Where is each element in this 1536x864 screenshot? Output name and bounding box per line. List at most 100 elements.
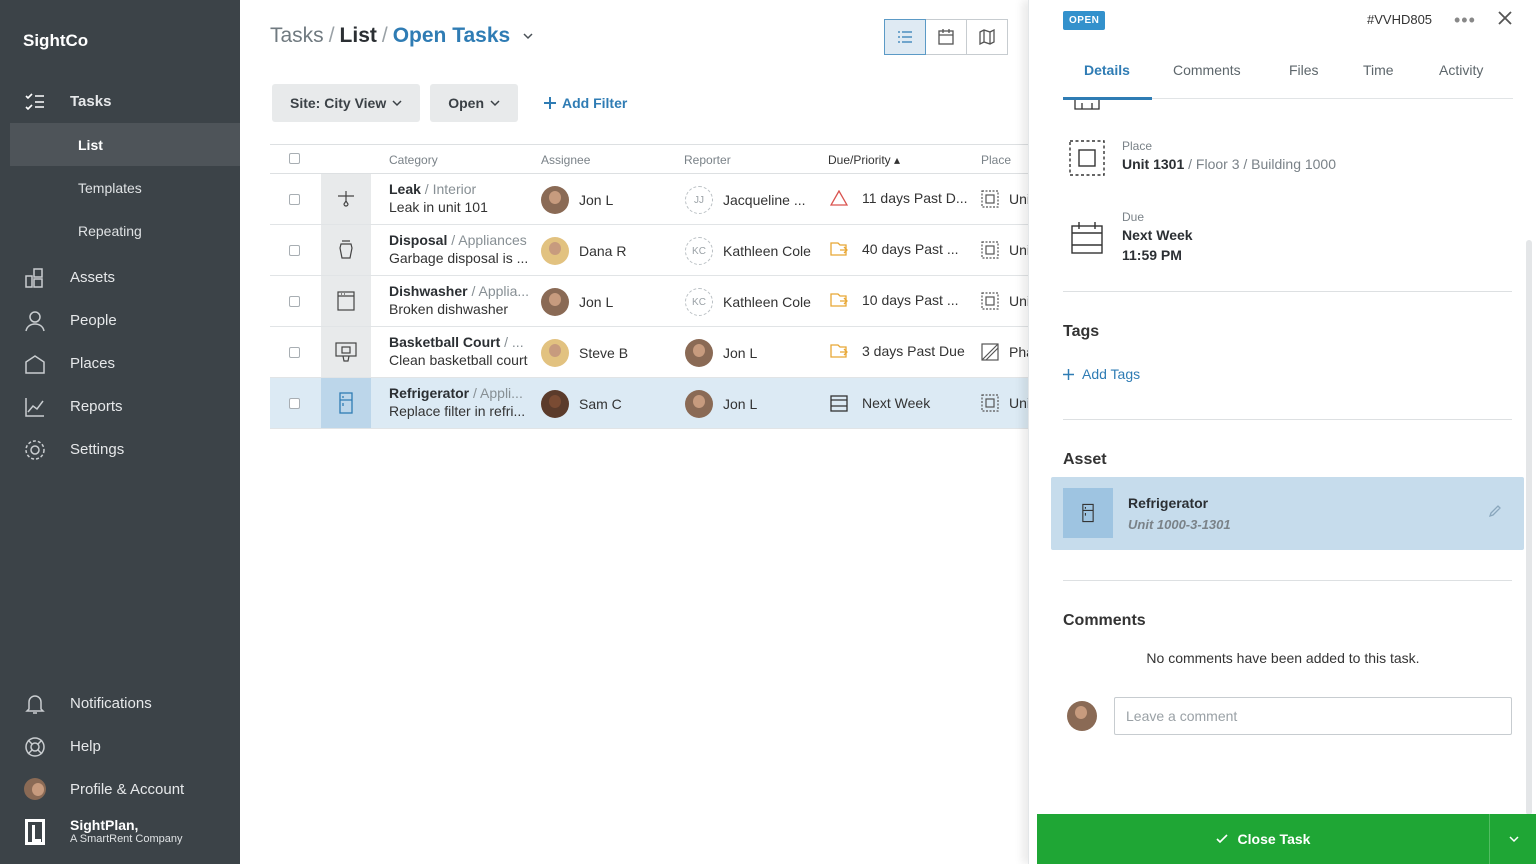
add-tags-label: Add Tags xyxy=(1082,366,1141,382)
add-tags-button[interactable]: Add Tags xyxy=(1063,366,1140,382)
avatar xyxy=(541,339,569,367)
comments-title: Comments xyxy=(1063,612,1146,629)
sidebar-item-repeating[interactable]: Repeating xyxy=(10,209,240,252)
category-cell: Basketball Court / ... Clean basketball c… xyxy=(389,334,539,368)
column-header-category[interactable]: Category xyxy=(389,153,438,167)
category-name: Refrigerator xyxy=(389,385,470,401)
scrollbar[interactable] xyxy=(1526,240,1532,815)
assignee-cell: Dana R xyxy=(541,237,626,265)
basketball-hoop-icon xyxy=(321,327,371,377)
table-row[interactable]: Basketball Court / ... Clean basketball c… xyxy=(270,327,1036,378)
tab-files[interactable]: Files xyxy=(1289,62,1319,78)
breadcrumb-tasks[interactable]: Tasks xyxy=(270,24,324,48)
row-checkbox[interactable] xyxy=(289,296,300,307)
refrigerator-icon xyxy=(321,378,371,428)
select-all-checkbox[interactable] xyxy=(289,153,300,164)
table-row[interactable]: Disposal / Appliances Garbage disposal is… xyxy=(270,225,1036,276)
filter-bar: Site: City View Open Add Filter xyxy=(272,84,627,122)
due-cell: Next Week xyxy=(830,394,975,412)
overdue-arrow-icon xyxy=(830,293,848,307)
sidebar-item-places[interactable]: Places xyxy=(0,343,240,383)
add-filter-button[interactable]: Add Filter xyxy=(544,95,627,111)
overdue-arrow-icon xyxy=(830,242,848,256)
avatar xyxy=(1067,701,1097,731)
sidebar-item-label: Templates xyxy=(78,179,142,196)
sidebar-item-reports[interactable]: Reports xyxy=(0,386,240,426)
comment-input[interactable] xyxy=(1114,697,1512,735)
row-checkbox[interactable] xyxy=(289,347,300,358)
calendar-view-button[interactable] xyxy=(925,19,967,55)
map-icon xyxy=(979,29,995,45)
row-checkbox[interactable] xyxy=(289,194,300,205)
tab-time[interactable]: Time xyxy=(1363,62,1394,78)
sidebar-item-label: List xyxy=(78,136,103,153)
close-task-dropdown[interactable] xyxy=(1489,814,1536,864)
category-name: Disposal xyxy=(389,232,448,248)
avatar xyxy=(541,390,569,418)
phase-icon xyxy=(981,343,999,361)
tab-comments[interactable]: Comments xyxy=(1173,62,1241,78)
tab-details[interactable]: Details xyxy=(1084,62,1130,78)
row-checkbox[interactable] xyxy=(289,245,300,256)
close-icon[interactable] xyxy=(1495,8,1515,28)
assignee-cell: Sam C xyxy=(541,390,622,418)
due-cell: 40 days Past ... xyxy=(830,241,975,257)
assignee-name: Dana R xyxy=(579,243,627,259)
assignee-name: Sam C xyxy=(579,396,622,412)
company-tagline: A SmartRent Company xyxy=(70,833,183,845)
category-name: Leak xyxy=(389,181,421,197)
close-task-label: Close Task xyxy=(1237,831,1311,847)
avatar xyxy=(541,237,569,265)
sidebar-item-assets[interactable]: Assets xyxy=(0,257,240,297)
column-header-assignee[interactable]: Assignee xyxy=(541,153,590,167)
reporter-initials: KC xyxy=(685,288,713,316)
view-toggle-group xyxy=(884,19,1008,55)
site-filter-button[interactable]: Site: City View xyxy=(272,84,421,122)
calendar-icon xyxy=(1071,222,1103,254)
dishwasher-icon xyxy=(321,276,371,326)
column-header-place[interactable]: Place xyxy=(981,153,1011,167)
list-view-button[interactable] xyxy=(884,19,926,55)
table-row-selected[interactable]: Refrigerator / Appli... Replace filter in… xyxy=(270,378,1036,429)
reporter-initials: JJ xyxy=(685,186,713,214)
column-header-due[interactable]: Due/Priority ▴ xyxy=(828,153,900,167)
view-selector[interactable]: Open Tasks xyxy=(393,24,534,48)
sidebar-item-people[interactable]: People xyxy=(0,300,240,340)
asset-card[interactable]: Refrigerator Unit 1000-3-1301 xyxy=(1051,477,1524,550)
house-icon xyxy=(25,355,45,374)
table-row[interactable]: Dishwasher / Applia... Broken dishwasher … xyxy=(270,276,1036,327)
task-id: #VVHD805 xyxy=(1367,12,1433,27)
sidebar: SightCo Tasks List Templates Repeating A… xyxy=(0,0,240,864)
company-logo xyxy=(25,819,45,845)
asset-title: Asset xyxy=(1063,451,1107,468)
sidebar-item-settings[interactable]: Settings xyxy=(0,429,240,469)
status-filter-label: Open xyxy=(448,95,484,111)
more-options-icon[interactable]: ••• xyxy=(1454,10,1476,31)
close-task-button[interactable]: Close Task xyxy=(1037,814,1489,864)
list-icon xyxy=(898,31,912,43)
status-filter-button[interactable]: Open xyxy=(430,84,518,122)
tab-activity[interactable]: Activity xyxy=(1439,62,1483,78)
sidebar-item-profile[interactable]: Profile & Account xyxy=(0,769,240,809)
sidebar-item-notifications[interactable]: Notifications xyxy=(0,683,240,723)
main-content: Tasks / List / Open Tasks Site: City Vie… xyxy=(240,0,1036,864)
table-row[interactable]: Leak / Interior Leak in unit 101 Jon L JJ… xyxy=(270,174,1036,225)
map-view-button[interactable] xyxy=(966,19,1008,55)
sidebar-item-templates[interactable]: Templates xyxy=(10,166,240,209)
table-header: Category Assignee Reporter Due/Priority … xyxy=(270,144,1036,174)
sidebar-item-tasks[interactable]: Tasks xyxy=(0,81,240,121)
reporter-initials: KC xyxy=(685,237,713,265)
breadcrumb-list[interactable]: List xyxy=(340,24,377,48)
avatar xyxy=(541,288,569,316)
pencil-icon[interactable] xyxy=(1488,504,1502,518)
due-cell: 10 days Past ... xyxy=(830,292,975,308)
due-label: Due xyxy=(1122,210,1145,224)
due-cell: 11 days Past D... xyxy=(830,190,975,206)
row-checkbox[interactable] xyxy=(289,398,300,409)
column-header-reporter[interactable]: Reporter xyxy=(684,153,731,167)
lifebuoy-icon xyxy=(25,737,45,757)
bell-icon xyxy=(25,695,45,714)
breadcrumb: Tasks / List / Open Tasks xyxy=(270,24,534,48)
sidebar-item-help[interactable]: Help xyxy=(0,726,240,766)
sidebar-item-list[interactable]: List xyxy=(10,123,240,166)
